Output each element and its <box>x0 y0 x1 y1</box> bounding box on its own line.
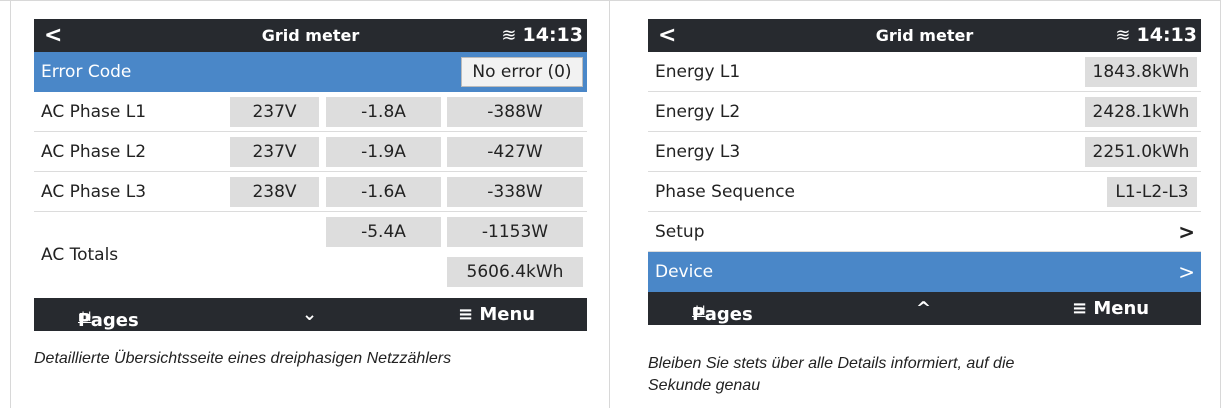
status-bar: < Grid meter ≋ 14:13 <box>34 19 587 52</box>
bottom-bar: ılıl Pages ^ ≡ Menu <box>648 292 1201 325</box>
phase-label: AC Phase L3 <box>41 182 147 202</box>
power-value: -427W <box>447 137 583 167</box>
row-label: Energy L3 <box>655 142 741 162</box>
error-code-value: No error (0) <box>461 57 583 87</box>
wifi-icon: ≋ <box>501 25 517 46</box>
totals-label: AC Totals <box>41 245 119 265</box>
row-value: 2251.0kWh <box>1085 137 1197 167</box>
phase-row-l3[interactable]: AC Phase L3 238V -1.6A -338W <box>34 172 587 212</box>
row-label: Phase Sequence <box>655 182 796 202</box>
row-value: 1843.8kWh <box>1085 57 1197 87</box>
phase-sequence-row[interactable]: Phase Sequence L1-L2-L3 <box>648 172 1201 212</box>
energy-l1-row[interactable]: Energy L1 1843.8kWh <box>648 52 1201 92</box>
total-current-value: -5.4A <box>326 217 441 247</box>
wifi-icon: ≋ <box>1115 25 1131 46</box>
chevron-right-icon: > <box>1178 220 1195 244</box>
time-text: 14:13 <box>1136 24 1197 46</box>
row-value: 2428.1kWh <box>1085 97 1197 127</box>
right-caption: Bleiben Sie stets über alle Details info… <box>648 353 1014 397</box>
energy-l3-row[interactable]: Energy L3 2251.0kWh <box>648 132 1201 172</box>
voltage-value: 237V <box>230 97 319 127</box>
divider-middle <box>609 0 610 408</box>
current-value: -1.9A <box>326 137 441 167</box>
error-code-row[interactable]: Error Code No error (0) <box>34 52 587 92</box>
caption-line-1: Bleiben Sie stets über alle Details info… <box>648 355 1015 372</box>
device-row[interactable]: Device > <box>648 252 1201 292</box>
pages-label: Pages <box>692 304 753 325</box>
energy-l2-row[interactable]: Energy L2 2428.1kWh <box>648 92 1201 132</box>
voltage-value: 238V <box>230 177 319 207</box>
chevron-right-icon: > <box>1178 260 1195 284</box>
clock: ≋ 14:13 <box>501 24 583 46</box>
current-value: -1.8A <box>326 97 441 127</box>
row-label: Energy L2 <box>655 102 741 122</box>
left-screen: < Grid meter ≋ 14:13 Error Code No error … <box>34 19 587 338</box>
row-value: L1-L2-L3 <box>1107 177 1197 207</box>
phase-label: AC Phase L2 <box>41 142 147 162</box>
menu-button[interactable]: ≡ Menu <box>458 304 535 325</box>
voltage-value: 237V <box>230 137 319 167</box>
caption-line-2: Sekunde genau <box>648 377 761 394</box>
clock: ≋ 14:13 <box>1115 24 1197 46</box>
phase-label: AC Phase L1 <box>41 102 147 122</box>
right-screen: < Grid meter ≋ 14:13 Energy L1 1843.8kWh … <box>648 19 1201 338</box>
total-energy-value: 5606.4kWh <box>447 257 583 287</box>
status-bar: < Grid meter ≋ 14:13 <box>648 19 1201 52</box>
row-label: Energy L1 <box>655 62 741 82</box>
power-value: -338W <box>447 177 583 207</box>
bottom-bar: ılıl Pages ⌄ ≡ Menu <box>34 298 587 331</box>
phase-row-l1[interactable]: AC Phase L1 237V -1.8A -388W <box>34 92 587 132</box>
pages-label: Pages <box>78 310 139 331</box>
current-value: -1.6A <box>326 177 441 207</box>
time-text: 14:13 <box>522 24 583 46</box>
divider-left <box>10 0 11 408</box>
left-caption: Detaillierte Übersichtsseite eines dreip… <box>34 350 452 367</box>
menu-button[interactable]: ≡ Menu <box>1072 298 1149 319</box>
ac-totals-row[interactable]: AC Totals -5.4A -1153W 5606.4kWh <box>34 212 587 298</box>
phase-row-l2[interactable]: AC Phase L2 237V -1.9A -427W <box>34 132 587 172</box>
setup-row[interactable]: Setup > <box>648 212 1201 252</box>
row-label: Device <box>655 262 714 282</box>
chevron-down-icon[interactable]: ⌄ <box>302 304 317 325</box>
chevron-up-icon[interactable]: ^ <box>916 298 931 319</box>
row-label: Setup <box>655 222 705 242</box>
total-power-value: -1153W <box>447 217 583 247</box>
power-value: -388W <box>447 97 583 127</box>
error-code-label: Error Code <box>41 62 132 82</box>
top-divider <box>0 0 1221 1</box>
